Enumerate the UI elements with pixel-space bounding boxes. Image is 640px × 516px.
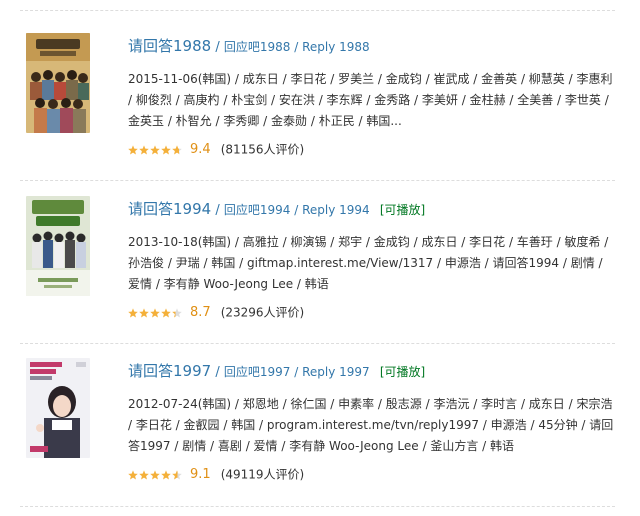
star-icon (128, 144, 138, 154)
star-icon (139, 307, 149, 317)
poster-image[interactable] (26, 196, 90, 296)
rating-count: (23296人评价) (220, 305, 305, 320)
rating-score: 9.4 (190, 141, 211, 157)
star-icon (172, 307, 182, 317)
title-line: 请回答1994 / 回应吧1994 / Reply 1994 [可播放] (128, 196, 615, 222)
result-item-reply-1988: 请回答1988 / 回应吧1988 / Reply 1988 2015-11-0… (20, 33, 615, 180)
stars-svg (128, 469, 182, 479)
poster-1988-image (26, 33, 90, 133)
alt-titles: 回应吧1997 / Reply 1997 (223, 365, 370, 379)
rating-row: 9.1 (49119人评价) (128, 465, 615, 483)
title-line: 请回答1997 / 回应吧1997 / Reply 1997 [可播放] (128, 358, 615, 384)
playable-badge[interactable]: [可播放] (380, 203, 425, 217)
result-content: 请回答1997 / 回应吧1997 / Reply 1997 [可播放] 201… (128, 358, 615, 483)
star-icon (150, 469, 160, 479)
alt-titles: 回应吧1994 / Reply 1994 (223, 203, 370, 217)
star-icon (172, 144, 182, 154)
stars-svg (128, 144, 182, 154)
title-separator: / (215, 40, 220, 55)
star-icon (161, 469, 171, 479)
rating-stars-icon (128, 144, 182, 155)
divider (20, 343, 615, 344)
star-icon (150, 144, 160, 154)
rating-stars-icon (128, 307, 182, 318)
rating-score: 8.7 (190, 304, 211, 320)
rating-row: 9.4 (81156人评价) (128, 140, 615, 158)
star-icon (139, 144, 149, 154)
rating-score: 9.1 (190, 466, 211, 482)
result-item-reply-1994: 请回答1994 / 回应吧1994 / Reply 1994 [可播放] 201… (20, 196, 615, 343)
star-icon (161, 307, 171, 317)
divider (20, 506, 615, 507)
star-icon (128, 469, 138, 479)
meta-info: 2012-07-24(韩国) / 郑恩地 / 徐仁国 / 申素率 / 殷志源 /… (128, 397, 614, 453)
title-link[interactable]: 请回答1988 (128, 37, 211, 55)
rating-count: (81156人评价) (220, 142, 305, 157)
divider (20, 10, 615, 11)
meta-info: 2015-11-06(韩国) / 成东日 / 李日花 / 罗美兰 / 金成钧 /… (128, 72, 613, 128)
search-result-list: 请回答1988 / 回应吧1988 / Reply 1988 2015-11-0… (0, 0, 640, 516)
poster-1997-image (26, 358, 90, 458)
meta-info: 2013-10-18(韩国) / 高雅拉 / 柳演锡 / 郑宇 / 金成钧 / … (128, 235, 609, 291)
result-content: 请回答1994 / 回应吧1994 / Reply 1994 [可播放] 201… (128, 196, 615, 321)
rating-stars-icon (128, 469, 182, 480)
star-icon (139, 469, 149, 479)
poster-image[interactable] (26, 33, 90, 133)
rating-count: (49119人评价) (220, 467, 305, 482)
poster-1994-image (26, 196, 90, 296)
star-icon (128, 307, 138, 317)
star-icon (172, 469, 182, 479)
divider (20, 180, 615, 181)
alt-titles: 回应吧1988 / Reply 1988 (223, 40, 370, 54)
title-separator: / (215, 203, 220, 218)
star-icon (161, 144, 171, 154)
title-line: 请回答1988 / 回应吧1988 / Reply 1988 (128, 33, 615, 59)
title-separator: / (215, 365, 220, 380)
stars-svg (128, 307, 182, 317)
star-icon (150, 307, 160, 317)
result-content: 请回答1988 / 回应吧1988 / Reply 1988 2015-11-0… (128, 33, 615, 158)
rating-row: 8.7 (23296人评价) (128, 303, 615, 321)
title-link[interactable]: 请回答1994 (128, 200, 211, 218)
poster-image[interactable] (26, 358, 90, 458)
playable-badge[interactable]: [可播放] (380, 365, 425, 379)
result-item-reply-1997: 请回答1997 / 回应吧1997 / Reply 1997 [可播放] 201… (20, 358, 615, 505)
title-link[interactable]: 请回答1997 (128, 362, 211, 380)
